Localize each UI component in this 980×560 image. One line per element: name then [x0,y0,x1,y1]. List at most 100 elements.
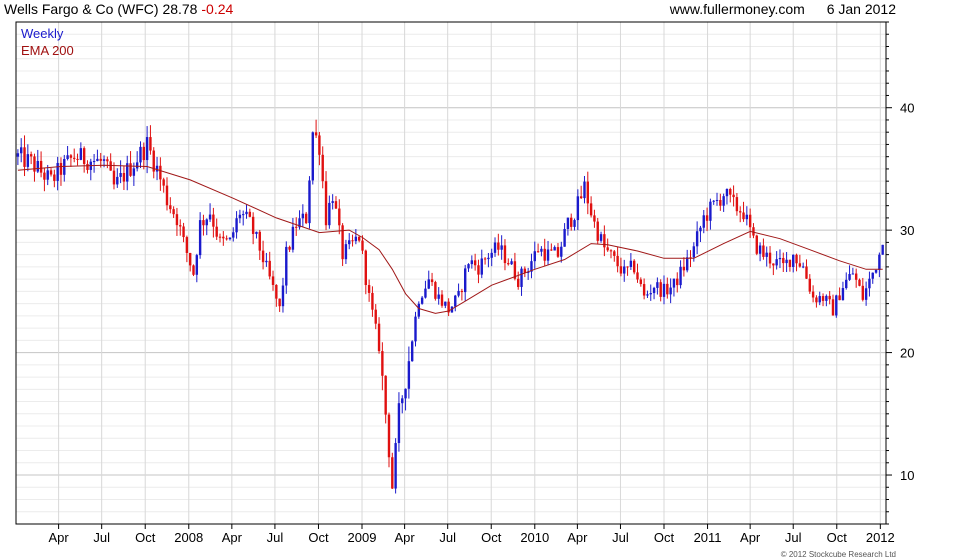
price-body-up [500,245,503,250]
price-body-up [242,214,245,216]
price-body-down [473,260,477,266]
price-body-down [185,237,189,253]
price-body-down [112,170,116,185]
price-body-up [301,213,305,219]
price-body-down [275,284,278,299]
price-body-up [599,234,603,241]
price-body-down [82,148,86,164]
price-body-up [848,274,851,280]
price-body-up [546,249,550,261]
price-body-up [265,260,268,263]
price-body-up [851,273,855,275]
price-body-up [291,226,295,250]
price-body-down [831,299,835,316]
price-body-up [825,295,828,301]
price-body-down [752,227,755,236]
price-body-up [228,237,232,240]
price-body-up [722,196,725,206]
price-body-down [268,260,271,277]
price-body-up [119,173,122,177]
x-tick-label: Jul [439,530,456,545]
price-body-up [245,211,248,215]
price-body-up [878,254,881,270]
price-body-up [444,301,447,306]
price-body-down [215,226,218,237]
price-body-down [218,236,222,238]
price-body-down [162,179,165,186]
price-chart: 10 20 30 40 Apr Jul Oct 2008 Apr Jul Oct 2009 Apr Jul… [15,21,914,545]
price-body-down [374,309,377,324]
price-body-up [566,217,570,229]
price-body-up [464,268,467,293]
price-body-down [735,197,739,212]
price-body-down [616,255,619,267]
x-tick-label: Oct [481,530,502,545]
price-body-down [288,246,291,250]
price-body-up [424,288,427,298]
price-body-down [258,231,261,251]
price-body-down [619,266,623,274]
y-tick-label: 40 [900,101,914,116]
price-body-down [589,203,593,216]
x-tick-label: Jul [785,530,802,545]
x-tick-label: Jul [93,530,110,545]
price-body-up [646,294,649,296]
price-body-down [772,263,775,266]
price-body-up [79,148,83,160]
price-body-down [788,259,792,267]
price-body-down [497,242,500,250]
price-body-down [338,208,341,226]
price-body-down [76,158,79,160]
price-bars [16,119,884,494]
price-body-up [354,236,358,242]
price-body-up [155,165,159,172]
price-body-up [553,247,556,251]
price-body-up [66,155,69,159]
price-body-up [414,316,417,342]
price-body-up [437,294,440,299]
price-body-up [311,132,314,181]
price-body-up [205,219,208,226]
price-body-down [304,213,308,224]
price-body-down [503,245,507,264]
price-body-up [685,257,689,271]
price-body-down [149,137,152,151]
price-body-up [145,137,149,161]
price-body-up [785,259,788,264]
price-body-up [198,220,202,256]
price-body-up [560,246,563,257]
price-body-up [417,303,421,317]
price-body-up [835,295,838,316]
price-body-up [308,180,311,224]
price-body-down [762,245,765,257]
price-body-down [321,154,324,182]
chart-grid [16,21,886,525]
price-body-up [16,153,20,157]
price-body-down [295,226,298,228]
price-body-down [314,132,318,136]
price-body-up [394,443,397,489]
price-body-down [387,414,391,458]
price-body-up [533,251,536,262]
price-body-up [656,282,659,288]
price-body-up [778,257,782,260]
price-body-down [261,250,265,263]
price-body-up [92,161,96,163]
price-body-up [480,258,483,275]
price-body-up [397,403,401,444]
price-body-down [440,294,444,306]
x-tick-label: Jul [267,530,284,545]
price-body-down [586,181,589,204]
price-body-up [649,293,652,295]
price-body-down [854,273,858,280]
price-body-down [755,235,758,254]
price-body-up [792,254,795,267]
price-body-down [636,272,639,280]
price-body-down [159,165,162,180]
x-tick-label: Oct [654,530,675,545]
price-body-down [719,199,722,206]
axis-ticks: 10 20 30 40 Apr Jul Oct 2008 Apr Jul Oct 2009 Apr Jul… [48,21,914,545]
price-body-up [208,214,212,220]
price-body-down [182,226,185,238]
price-body-down [172,209,175,215]
